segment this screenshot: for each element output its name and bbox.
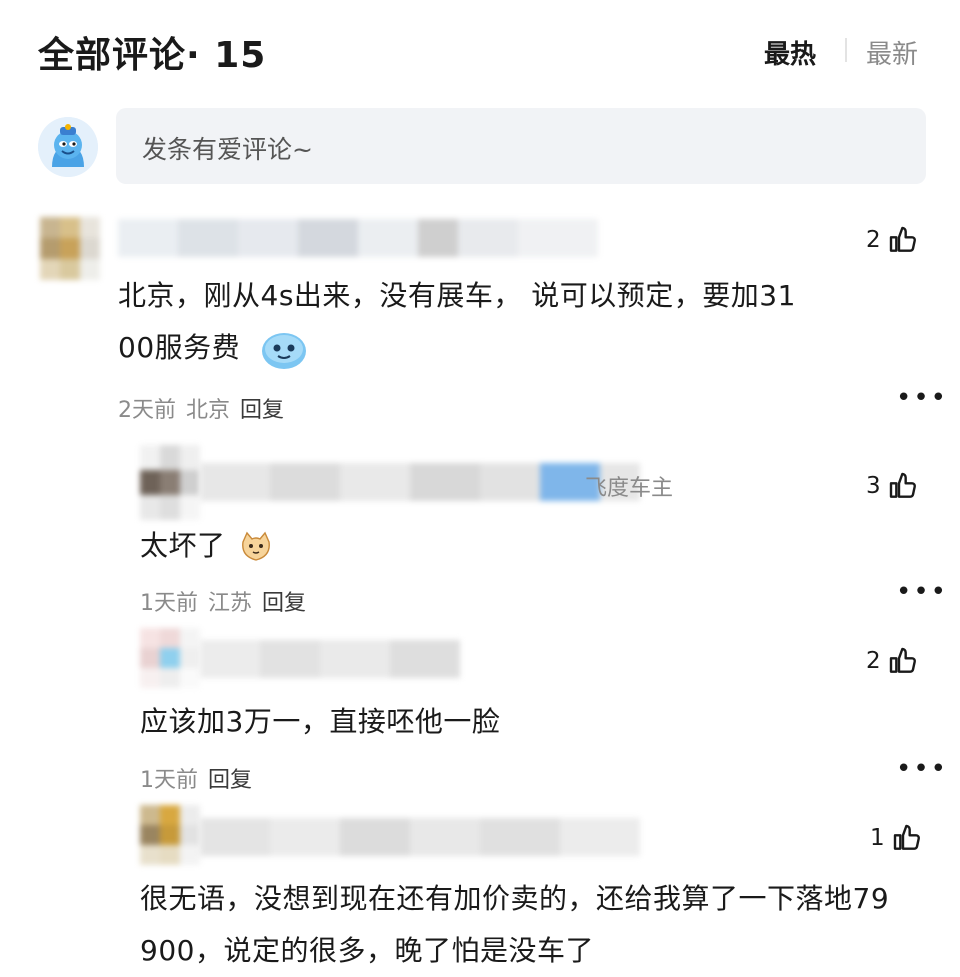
comments-header-title: 全部评论· 15: [38, 35, 267, 76]
comment-meta: 2天前 北京 回复: [118, 392, 284, 424]
more-dots-icon[interactable]: •••: [896, 383, 948, 413]
more-dots-icon[interactable]: •••: [896, 754, 948, 784]
like-button[interactable]: 3: [866, 470, 919, 502]
user-badge: 飞度车主: [585, 476, 674, 501]
like-count: 2: [866, 227, 881, 253]
comment-text-line: 00服务费: [118, 322, 918, 374]
like-count: 1: [870, 825, 885, 851]
username[interactable]: [200, 818, 640, 856]
thumbs-up-icon: [889, 226, 916, 252]
avatar[interactable]: [140, 628, 200, 688]
avatar[interactable]: [40, 217, 100, 281]
username[interactable]: [200, 640, 460, 678]
sort-divider: [845, 38, 847, 62]
sort-new-tab[interactable]: 最新: [866, 34, 918, 71]
comment-location: 北京: [186, 398, 231, 423]
comment-text: 北京，刚从4s出来，没有展车， 说可以预定，要加31 00服务费: [118, 270, 918, 374]
like-count: 2: [866, 648, 881, 674]
comment-time: 2天前: [118, 398, 176, 423]
reply-button[interactable]: 回复: [240, 392, 284, 424]
thumbs-up-icon: [893, 824, 920, 850]
comment-input[interactable]: 发条有爱评论~: [116, 108, 926, 184]
reply-time: 1天前: [140, 768, 198, 793]
avatar[interactable]: [140, 445, 200, 520]
reply-button[interactable]: 回复: [208, 762, 252, 794]
username[interactable]: [200, 463, 640, 501]
like-button[interactable]: 1: [870, 822, 923, 854]
reply-text-line: 很无语，没想到现在还有加价卖的，还给我算了一下落地79: [140, 882, 890, 915]
thumbs-up-icon: [889, 472, 916, 498]
reply-meta: 1天前 江苏 回复: [140, 585, 306, 617]
reply-location: 江苏: [208, 591, 253, 616]
like-button[interactable]: 2: [866, 224, 919, 256]
comment-text-line: 北京，刚从4s出来，没有展车， 说可以预定，要加31: [118, 279, 796, 312]
like-count: 3: [866, 473, 881, 499]
avatar[interactable]: [140, 805, 200, 865]
reply-button[interactable]: 回复: [262, 585, 306, 617]
smile-emoji-icon: [261, 333, 306, 369]
reply-text-line: 900，说定的很多，晚了怕是没车了: [140, 934, 594, 967]
like-button[interactable]: 2: [866, 645, 919, 677]
cat-emoji-icon: [241, 531, 270, 561]
reply-text: 很无语，没想到现在还有加价卖的，还给我算了一下落地79 900，说定的很多，晚了…: [140, 873, 930, 977]
username[interactable]: [118, 219, 598, 257]
comment-input-placeholder: 发条有爱评论~: [142, 135, 313, 164]
mascot-avatar-icon: [38, 117, 98, 177]
reply-meta: 1天前 回复: [140, 762, 252, 794]
my-avatar[interactable]: [38, 117, 98, 177]
reply-text: 应该加3万一，直接呸他一脸: [140, 705, 501, 738]
reply-time: 1天前: [140, 591, 198, 616]
reply-text: 太坏了: [140, 520, 273, 572]
thumbs-up-icon: [889, 647, 916, 673]
more-dots-icon[interactable]: •••: [896, 577, 948, 607]
sort-hot-tab[interactable]: 最热: [764, 34, 816, 71]
